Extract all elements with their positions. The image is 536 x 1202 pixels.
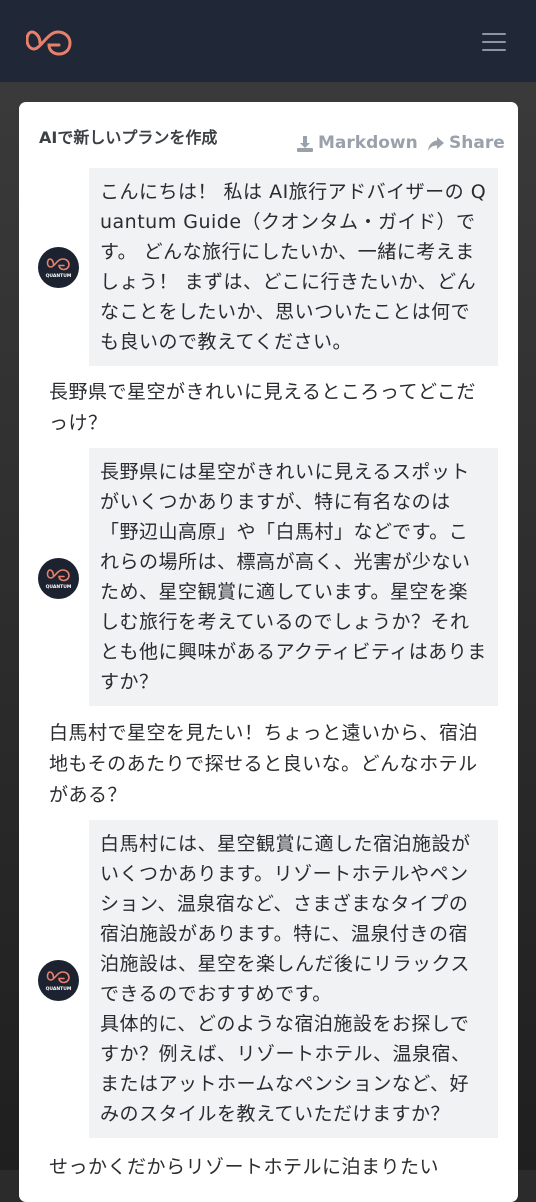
share-label: Share [449, 133, 505, 153]
download-icon [297, 136, 313, 152]
user-message: せっかくだからリゾートホテルに泊まりたい [49, 1156, 440, 1178]
share-icon [428, 137, 444, 151]
assistant-avatar: QUANTUM [38, 558, 79, 599]
markdown-label: Markdown [318, 133, 418, 153]
assistant-avatar: QUANTUM [38, 247, 79, 288]
chat-title: AIで新しいプランを作成 [39, 128, 218, 147]
markdown-button[interactable]: Markdown [296, 133, 418, 155]
quantum-guide-logo[interactable] [26, 27, 72, 59]
hamburger-menu-icon[interactable] [482, 31, 506, 53]
assistant-message: こんにちは！ 私は AI旅行アドバイザーの Quantum Guide（クオンタ… [89, 168, 498, 366]
user-message: 白馬村で星空を見たい！ちょっと遠いから、宿泊地もそのあたりで探せると良いな。どん… [49, 722, 479, 806]
chat-card: AIで新しいプランを作成 Markdown Share QUANTUM こんにち… [19, 102, 518, 1202]
svg-text:QUANTUM: QUANTUM [46, 273, 72, 279]
share-button[interactable]: Share [427, 133, 507, 155]
app-header [0, 0, 536, 82]
svg-text:QUANTUM: QUANTUM [46, 584, 72, 590]
assistant-message: 長野県には星空がきれいに見えるスポットがいくつかありますが、特に有名なのは「野辺… [89, 448, 498, 706]
assistant-avatar: QUANTUM [38, 960, 79, 1001]
user-message: 長野県で星空がきれいに見えるところってどこだっけ？ [49, 381, 476, 434]
assistant-message: 白馬村には、星空観賞に適した宿泊施設がいくつかあります。リゾートホテルやペンショ… [89, 820, 498, 1138]
svg-text:QUANTUM: QUANTUM [46, 986, 72, 992]
